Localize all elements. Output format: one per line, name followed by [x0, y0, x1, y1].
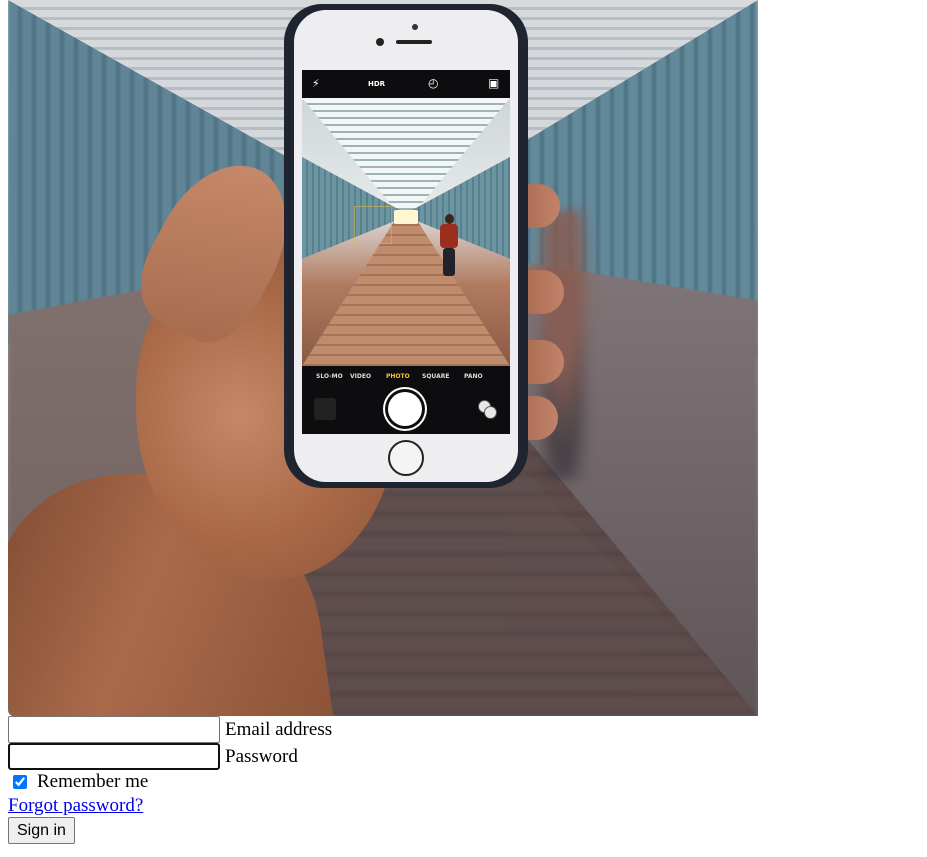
phone-sensor — [412, 24, 418, 30]
phone-face: ⚡ HDR ◴ ▣ SLO-MO VIDEO PHOTO SQUARE PANO — [294, 10, 518, 482]
phone-speaker — [396, 40, 432, 44]
password-label: Password — [225, 745, 298, 767]
filters-icon — [478, 400, 498, 420]
forgot-password-link[interactable]: Forgot password? — [8, 795, 143, 817]
home-button-icon — [388, 440, 424, 476]
password-field[interactable] — [8, 743, 220, 770]
email-row: Email address — [8, 716, 332, 743]
flash-icon: ⚡ — [312, 77, 320, 90]
login-page: ⚡ HDR ◴ ▣ SLO-MO VIDEO PHOTO SQUARE PANO… — [0, 0, 927, 857]
mode-square: SQUARE — [422, 373, 450, 380]
shutter-button-icon — [388, 392, 422, 426]
sign-in-button[interactable]: Sign in — [8, 817, 75, 844]
photo-thumbnail — [314, 398, 336, 420]
mode-pano: PANO — [464, 373, 483, 380]
focus-box — [354, 206, 392, 244]
remember-row: Remember me — [8, 771, 148, 793]
phone-screen: ⚡ HDR ◴ ▣ SLO-MO VIDEO PHOTO SQUARE PANO — [302, 70, 510, 434]
timer-icon: ◴ — [428, 76, 439, 90]
email-label: Email address — [225, 718, 333, 740]
mode-slo-mo: SLO-MO — [316, 373, 343, 380]
mode-photo: PHOTO — [386, 373, 410, 380]
remember-me-label: Remember me — [37, 771, 149, 792]
password-row: Password — [8, 743, 298, 770]
person-body — [440, 224, 458, 248]
camera-viewfinder — [302, 98, 510, 366]
camera-controls — [302, 386, 510, 434]
person-legs — [443, 248, 455, 276]
smartphone: ⚡ HDR ◴ ▣ SLO-MO VIDEO PHOTO SQUARE PANO — [284, 4, 528, 488]
camera-top-bar: ⚡ HDR ◴ ▣ — [302, 70, 510, 98]
front-camera-icon — [376, 38, 384, 46]
hero-image: ⚡ HDR ◴ ▣ SLO-MO VIDEO PHOTO SQUARE PANO — [8, 0, 758, 716]
remember-me-checkbox[interactable] — [13, 775, 27, 789]
camera-mode-bar: SLO-MO VIDEO PHOTO SQUARE PANO — [302, 366, 510, 386]
corridor-end-light — [394, 210, 418, 224]
camera-flip-icon: ▣ — [488, 76, 500, 90]
hdr-label: HDR — [368, 80, 386, 88]
mode-video: VIDEO — [350, 373, 372, 380]
person-head — [445, 214, 454, 224]
email-field[interactable] — [8, 716, 220, 743]
